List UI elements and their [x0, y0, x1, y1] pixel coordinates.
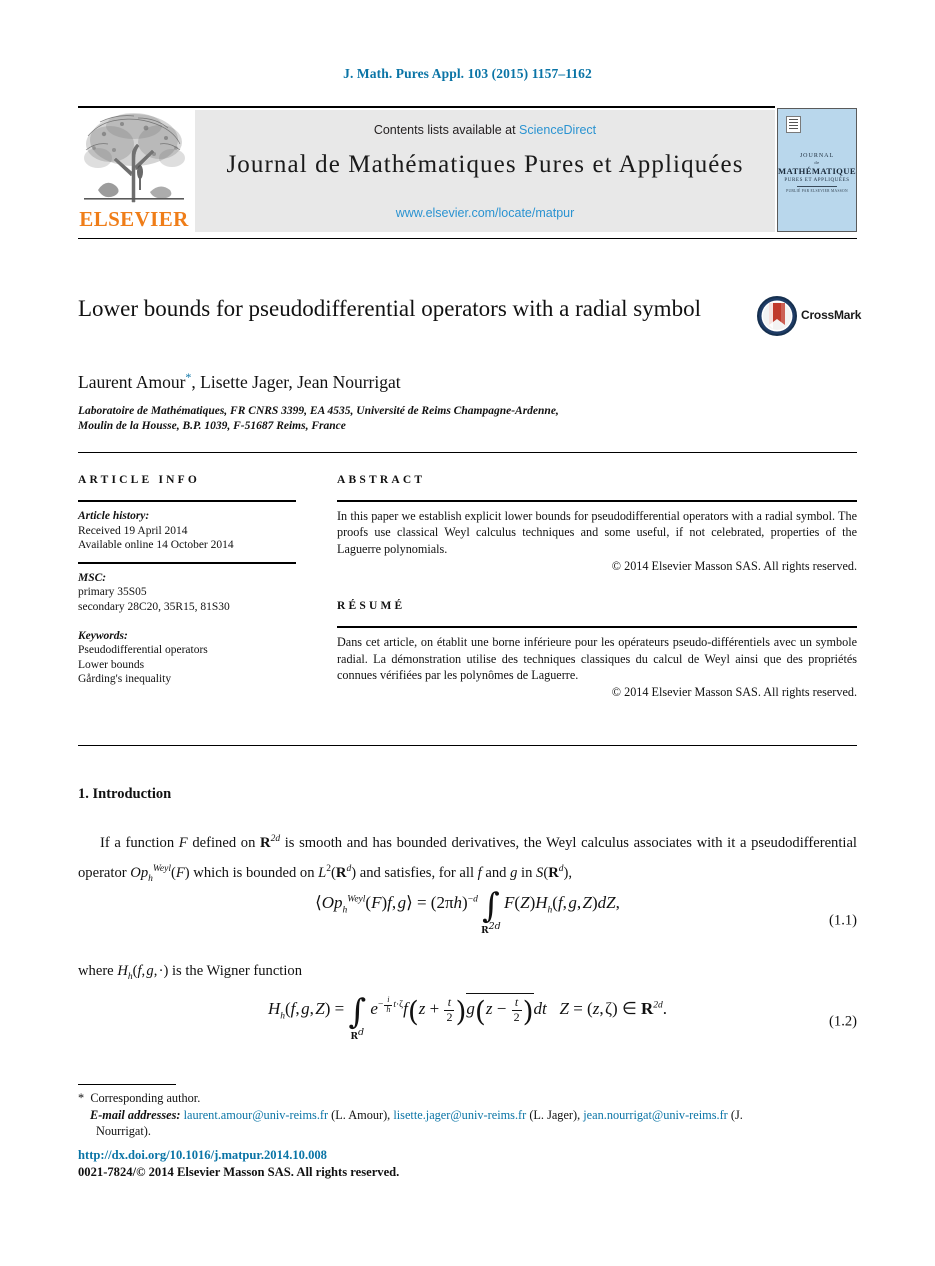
journal-title: Journal de Mathématiques Pures et Appliq…	[226, 151, 744, 178]
equation-1-1-number: (1.1)	[829, 912, 857, 929]
available-online-date: Available online 14 October 2014	[78, 539, 234, 552]
abstract-text: In this paper we establish explicit lowe…	[337, 509, 857, 556]
contents-available-line: Contents lists available at ScienceDirec…	[195, 123, 775, 137]
keywords-label: Keywords:	[78, 629, 128, 642]
intro-paragraph-1: If a function F defined on R2d is smooth…	[78, 834, 857, 884]
cover-line-1: JOURNAL	[799, 153, 835, 159]
equation-1-2-body: Hh(f, g, Z) = ∫ Rd e− i h t·ζf(z + t 2)g(z − …	[267, 992, 668, 1042]
email-link-3[interactable]: jean.nourrigat@univ-reims.fr	[583, 1108, 728, 1122]
keyword-item: Gårding's inequality	[78, 673, 172, 686]
masthead-top-rule	[78, 106, 775, 108]
article-info-rule-2	[78, 561, 296, 564]
email-link-2[interactable]: lisette.jager@univ-reims.fr	[393, 1108, 526, 1122]
cover-line-2: de	[814, 160, 820, 165]
article-info-rule	[78, 500, 296, 502]
doi-block: http://dx.doi.org/10.1016/j.matpur.2014.…	[78, 1147, 678, 1180]
abstract-column: ABSTRACT In this paper we establish expl…	[337, 474, 857, 700]
article-info-heading: ARTICLE INFO	[78, 474, 201, 486]
abstract-rule	[337, 500, 857, 502]
section-heading-introduction: 1. Introduction	[78, 786, 172, 802]
email-owner-1: (L. Amour),	[331, 1107, 391, 1122]
elsevier-tree-icon	[84, 113, 185, 203]
msc-primary: primary 35S05	[78, 586, 147, 599]
resume-rule	[337, 626, 857, 629]
corresponding-author-star: *	[78, 1091, 85, 1105]
crossmark-icon	[757, 296, 797, 336]
email-label: E-mail addresses:	[90, 1107, 181, 1122]
running-head: J. Math. Pures Appl. 103 (2015) 1157–116…	[343, 66, 592, 81]
footnotes: * Corresponding author. E-mail addresses…	[78, 1090, 798, 1140]
article-history-block: Article history: Received 19 April 2014 …	[78, 509, 296, 553]
corresponding-author-note: * Corresponding author.	[78, 1090, 798, 1107]
article-page: J. Math. Pures Appl. 103 (2015) 1157–116…	[0, 0, 935, 1266]
issn-copyright-line: 0021-7824/© 2014 Elsevier Masson SAS. Al…	[78, 1164, 400, 1179]
corresponding-author-text: Corresponding author.	[90, 1091, 201, 1105]
journal-cover-thumbnail[interactable]: JOURNAL de MATHÉMATIQUES PURES ET APPLIQ…	[777, 108, 857, 232]
msc-block: MSC: primary 35S05 secondary 28C20, 35R1…	[78, 571, 296, 615]
contents-prefix: Contents lists available at	[373, 123, 520, 137]
affiliation: Laboratoire de Mathématiques, FR CNRS 33…	[78, 404, 798, 434]
abstract-copyright: © 2014 Elsevier Masson SAS. All rights r…	[611, 559, 857, 574]
affiliation-line-1: Laboratoire de Mathématiques, FR CNRS 33…	[78, 405, 559, 417]
equation-1-1-body: ⟨OphWeyl(F)f, g⟩ = (2πh)−d ∫ R2d F(Z)Hh(f…	[315, 886, 620, 936]
msc-label: MSC:	[78, 571, 107, 584]
received-date: Received 19 April 2014	[78, 524, 188, 537]
cover-line-4: PURES ET APPLIQUÉES	[784, 178, 850, 183]
resume-text: Dans cet article, on établit une borne i…	[337, 635, 857, 683]
abstract-bottom-rule	[78, 745, 857, 746]
elsevier-logo: ELSEVIER	[78, 110, 190, 232]
footnote-rule	[78, 1084, 176, 1085]
masthead-bottom-rule	[78, 238, 857, 239]
equation-1-2-number: (1.2)	[829, 1013, 857, 1030]
email-link-1[interactable]: laurent.amour@univ-reims.fr	[184, 1108, 329, 1122]
msc-secondary: secondary 28C20, 35R15, 81S30	[78, 600, 230, 613]
affiliation-line-2: Moulin de la Housse, B.P. 1039, F-51687 …	[78, 420, 346, 432]
equation-1-2: Hh(f, g, Z) = ∫ Rd e− i h t·ζf(z + t 2)g(z − …	[78, 993, 857, 1051]
cover-line-5: PUBLIÉ PAR ELSEVIER MASSON	[786, 189, 848, 193]
article-history-label: Article history:	[78, 510, 150, 522]
abstract-heading: ABSTRACT	[337, 474, 426, 486]
email-owner-2: (L. Jager),	[529, 1107, 581, 1122]
page-title: Lower bounds for pseudodifferential oper…	[78, 296, 701, 321]
email-addresses-note: E-mail addresses: laurent.amour@univ-rei…	[78, 1107, 798, 1140]
journal-masthead: ELSEVIER Contents lists available at Sci…	[78, 106, 857, 232]
keyword-item: Lower bounds	[78, 658, 145, 671]
crossmark-badge[interactable]: CrossMark	[757, 296, 861, 336]
author-names-rest: , Lisette Jager, Jean Nourrigat	[191, 371, 401, 392]
masthead-gray-band: Contents lists available at ScienceDirec…	[195, 110, 775, 232]
elsevier-wordmark: ELSEVIER	[79, 207, 189, 231]
keyword-item: Pseudodifferential operators	[78, 644, 208, 657]
equation-1-1: ⟨OphWeyl(F)f, g⟩ = (2πh)−d ∫ R2d F(Z)Hh(f…	[78, 886, 857, 949]
keywords-block: Keywords: Pseudodifferential operators L…	[78, 629, 296, 687]
resume-copyright: © 2014 Elsevier Masson SAS. All rights r…	[611, 685, 857, 700]
author-list: Laurent Amour*, Lisette Jager, Jean Nour…	[78, 370, 778, 393]
cover-text: JOURNAL de MATHÉMATIQUES PURES ET APPLIQ…	[778, 153, 856, 183]
sciencedirect-link[interactable]: ScienceDirect	[519, 123, 596, 137]
author-names: Laurent Amour	[78, 371, 186, 392]
doi-link[interactable]: http://dx.doi.org/10.1016/j.matpur.2014.…	[78, 1147, 678, 1164]
article-info-column: ARTICLE INFO Article history: Received 1…	[78, 474, 296, 687]
crossmark-label: CrossMark	[801, 308, 862, 322]
resume-heading: RÉSUMÉ	[337, 600, 406, 613]
cover-stamp-icon	[786, 116, 801, 133]
intro-paragraph-2: where Hh(f, g, ·) is the Wigner function	[78, 963, 303, 982]
cover-line-3: MATHÉMATIQUES	[778, 166, 857, 176]
cover-divider	[797, 186, 837, 187]
authors-bottom-rule	[78, 452, 857, 453]
journal-url-link[interactable]: www.elsevier.com/locate/matpur	[195, 206, 775, 220]
